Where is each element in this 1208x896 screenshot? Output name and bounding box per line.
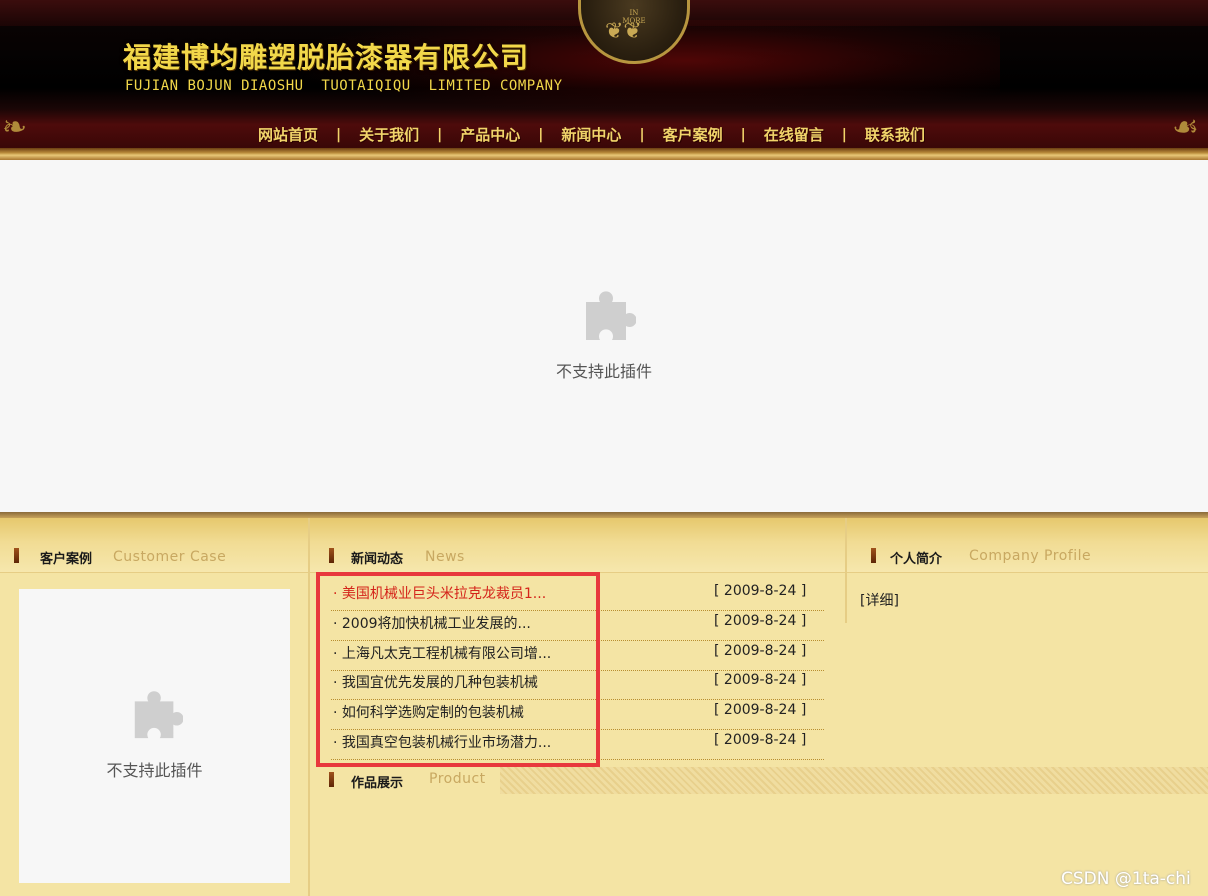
news-row: · 2009将加快机械工业发展的... [ 2009-8-24 ] (331, 610, 824, 641)
news-title-link[interactable]: · 美国机械业巨头米拉克龙裁员1... (333, 583, 546, 603)
news-date: [ 2009-8-24 ] (714, 583, 807, 599)
news-date: [ 2009-8-24 ] (714, 642, 807, 659)
nav-separator: | (841, 126, 847, 143)
nav-item-2[interactable]: 关于我们 (359, 124, 419, 145)
nav-item-7[interactable]: 联系我们 (865, 124, 925, 145)
profile-detail-link[interactable]: [详细] (860, 590, 899, 610)
header-gold-border (0, 148, 1208, 160)
right-corner-ornament-icon: ☙ (1172, 110, 1199, 145)
puzzle-piece-icon (586, 291, 636, 340)
profile-header-marker (871, 548, 876, 563)
news-title-link[interactable]: · 上海凡太克工程机械有限公司增... (333, 643, 551, 663)
customer-header-marker (14, 548, 19, 563)
nav-separator: | (538, 126, 544, 143)
csdn-watermark: CSDN @1ta-chi (1061, 869, 1191, 889)
product-header-marker (329, 772, 334, 787)
customer-case-plugin-placeholder: 不支持此插件 (19, 589, 290, 883)
customer-title-cn: 客户案例 (40, 552, 93, 567)
news-row: · 如何科学选购定制的包装机械 [ 2009-8-24 ] (331, 699, 824, 731)
column-divider-left (308, 518, 310, 896)
puzzle-piece-icon (134, 691, 183, 739)
banner-plugin-placeholder: 不支持此插件 (0, 160, 1208, 512)
news-header-rule (310, 572, 845, 573)
news-title-cn: 新闻动态 (351, 552, 404, 567)
main-nav: 网站首页 | 关于我们 | 产品中心 | 新闻中心 | 客户案例 | 在线留言 | 联系我们 (258, 124, 925, 145)
product-title-en: Product (429, 771, 486, 787)
profile-title-cn: 个人简介 (890, 552, 943, 567)
news-row: · 美国机械业巨头米拉克龙裁员1... [ 2009-8-24 ] (331, 580, 824, 611)
news-title-en: News (425, 549, 465, 565)
company-name-en: FUJIAN BOJUN DIAOSHU TUOTAIQIQU LIMITED … (125, 78, 563, 94)
nav-item-3[interactable]: 产品中心 (460, 124, 520, 145)
news-date: [ 2009-8-24 ] (714, 702, 807, 719)
plugin-unsupported-message: 不支持此插件 (555, 362, 652, 381)
news-date: [ 2009-8-24 ] (714, 672, 807, 689)
news-date: [ 2009-8-24 ] (714, 732, 807, 748)
news-row: · 我国真空包装机械行业市场潜力... [ 2009-8-24 ] (331, 729, 824, 760)
left-corner-ornament-icon: ❧ (2, 110, 28, 145)
nav-item-5[interactable]: 客户案例 (663, 124, 723, 145)
news-header-marker (329, 548, 334, 563)
profile-header-rule (847, 572, 1208, 573)
news-title-link[interactable]: · 我国真空包装机械行业市场潜力... (333, 732, 551, 752)
customer-title-en: Customer Case (113, 549, 227, 565)
news-row: · 我国宜优先发展的几种包装机械 [ 2009-8-24 ] (331, 669, 824, 701)
nav-item-6[interactable]: 在线留言 (764, 124, 824, 145)
column-divider-right (845, 518, 847, 623)
news-title-link[interactable]: · 如何科学选购定制的包装机械 (333, 702, 524, 722)
nav-separator: | (336, 126, 342, 143)
news-row: · 上海凡太克工程机械有限公司增... [ 2009-8-24 ] (331, 640, 824, 671)
news-title-link[interactable]: · 2009将加快机械工业发展的... (333, 613, 531, 633)
site-header: IN MORE ❦❦ 福建博均雕塑脱胎漆器有限公司 FUJIAN BOJUN D… (0, 0, 1208, 160)
emblem-ornament-icon: ❦❦ (605, 19, 642, 44)
customer-header-rule (0, 572, 308, 573)
nav-separator: | (437, 126, 443, 143)
nav-item-4[interactable]: 新闻中心 (561, 124, 621, 145)
news-title-link[interactable]: · 我国宜优先发展的几种包装机械 (333, 672, 538, 692)
nav-separator: | (639, 126, 645, 143)
news-date: [ 2009-8-24 ] (714, 612, 807, 629)
plugin-unsupported-message: 不支持此插件 (106, 761, 203, 780)
nav-item-1[interactable]: 网站首页 (258, 124, 318, 145)
profile-title-en: Company Profile (969, 548, 1092, 564)
nav-separator: | (740, 126, 746, 143)
company-name-cn: 福建博均雕塑脱胎漆器有限公司 (123, 41, 530, 74)
product-title-cn: 作品展示 (351, 776, 404, 791)
